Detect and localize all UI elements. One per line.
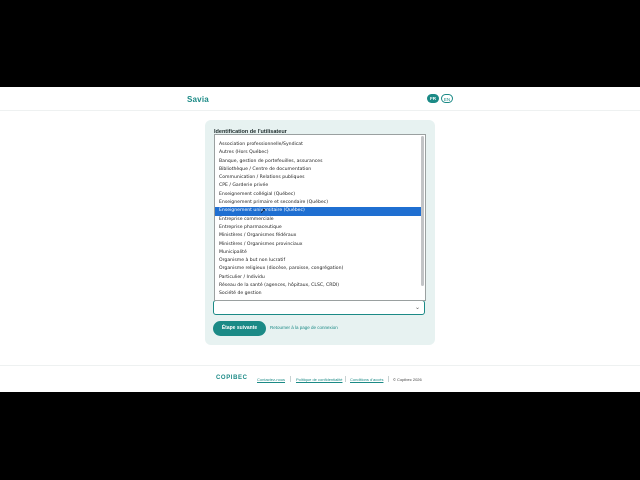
chevron-down-icon: ⌄: [414, 305, 420, 311]
dropdown-option[interactable]: Association professionnelle/Syndicat: [215, 141, 421, 149]
dropdown-option[interactable]: Ministères / Organismes fédéraux: [215, 232, 421, 240]
organization-type-select[interactable]: ⌄: [213, 300, 425, 315]
language-fr-button[interactable]: FR: [427, 94, 439, 103]
header: Savia FR EN: [0, 87, 640, 111]
dropdown-option[interactable]: Municipalité: [215, 249, 421, 257]
dropdown-option[interactable]: Particulier / Individu: [215, 274, 421, 282]
footer: COPIBEC Contactez-nous Politique de conf…: [0, 365, 640, 392]
brand-logo[interactable]: Savia: [187, 95, 209, 104]
dropdown-option[interactable]: Organisme religieux (diocèse, paroisse, …: [215, 265, 421, 273]
dropdown-option[interactable]: Société de gestion: [215, 290, 421, 298]
dropdown-option[interactable]: Banque, gestion de portefeuilles, assura…: [215, 158, 421, 166]
dropdown-option[interactable]: Bibliothèque / Centre de documentation: [215, 166, 421, 174]
privacy-link[interactable]: Politique de confidentialité: [296, 377, 342, 382]
dropdown-option[interactable]: Réseau de la santé (agences, hôpitaux, C…: [215, 282, 421, 290]
next-step-button[interactable]: Étape suivante: [213, 321, 266, 336]
dropdown-option[interactable]: Enseignement collégial (Québec): [215, 191, 421, 199]
organization-type-dropdown[interactable]: Association professionnelle/Syndicat Autr…: [214, 134, 426, 301]
contact-link[interactable]: Contactez-nous: [257, 377, 285, 382]
dropdown-option[interactable]: Enseignement universitaire (Québec): [215, 207, 421, 216]
copibec-logo: COPIBEC: [216, 375, 248, 381]
dropdown-option[interactable]: Entreprise pharmaceutique: [215, 224, 421, 232]
dropdown-option[interactable]: CPE / Garderie privée: [215, 182, 421, 190]
divider: [345, 376, 346, 382]
terms-link[interactable]: Conditions d'accès: [350, 377, 383, 382]
copyright: © Copibec 2026: [393, 377, 422, 382]
mouse-cursor-icon: ➚: [260, 208, 266, 215]
dropdown-scrollbar[interactable]: [421, 136, 424, 286]
back-to-login-link[interactable]: Retourner à la page de connexion: [270, 325, 338, 330]
divider: [388, 376, 389, 382]
dropdown-option[interactable]: Enseignement primaire et secondaire (Qué…: [215, 199, 421, 207]
dropdown-option-list: Association professionnelle/Syndicat Autr…: [215, 141, 421, 299]
dropdown-option[interactable]: Entreprise commerciale: [215, 216, 421, 224]
divider: [290, 376, 291, 382]
dropdown-option[interactable]: Ministères / Organismes provinciaux: [215, 241, 421, 249]
dropdown-option[interactable]: Communication / Relations publiques: [215, 174, 421, 182]
dropdown-option[interactable]: Autres (Hors Québec): [215, 149, 421, 157]
language-en-button[interactable]: EN: [441, 94, 453, 103]
dropdown-option[interactable]: Organisme à but non lucratif: [215, 257, 421, 265]
